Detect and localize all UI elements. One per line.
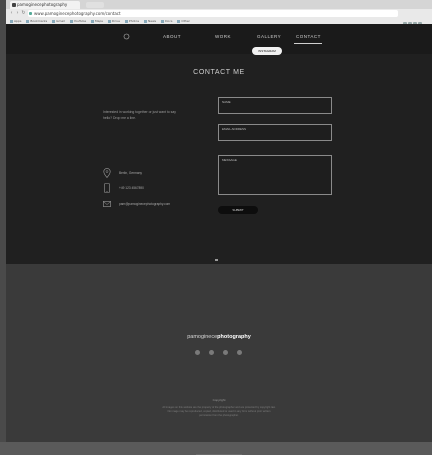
email-link[interactable]: pam@pamoginecephotography.com [119,202,170,206]
contact-intro: Interested in working together or just w… [103,110,176,120]
linkedin-icon[interactable] [223,350,228,355]
reload-icon[interactable]: ↻ [21,11,26,16]
footer-brand[interactable]: pamoginecephotography [6,334,432,340]
message-field[interactable]: MESSAGE [218,155,332,195]
browser-chrome: pamoginecephotography ‹ › ↻ www.pamogine… [6,0,432,26]
address-bar[interactable]: www.pamoginecephotography.com/contact [28,10,398,17]
email-field[interactable]: EMAIL ADDRESS [218,124,332,141]
url-text: www.pamoginecephotography.com/contact [34,11,121,16]
location-text: Berlin, Germany [119,171,143,175]
facebook-icon[interactable] [195,350,200,355]
mail-icon [103,201,111,207]
back-icon[interactable]: ‹ [9,11,14,16]
tab-title: pamoginecephotography [17,2,68,7]
name-field[interactable]: NAME [218,97,332,114]
scroll-down-icon[interactable] [215,259,218,261]
page-title: CONTACT ME [193,69,245,76]
name-placeholder: NAME [222,100,231,104]
message-placeholder: MESSAGE [222,158,237,162]
nav-contact[interactable]: CONTACT [296,34,321,39]
site-navbar: ABOUT WORK GALLERY CONTACT [6,24,432,54]
site-footer: pamoginecephotography Copyright All imag… [6,264,432,455]
address-row: ‹ › ↻ www.pamoginecephotography.com/cont… [6,9,432,26]
lock-icon [29,12,32,15]
web-page: ABOUT WORK GALLERY CONTACT INSTAGRAM CON… [6,24,432,455]
phone-text: +49 123 4567890 [119,186,144,190]
screen: pamoginecephotography ‹ › ↻ www.pamogine… [0,0,432,455]
extension-icons [402,11,428,26]
brand-name: pamoginece [187,334,218,340]
home-icon[interactable] [123,33,130,40]
nav-work[interactable]: WORK [215,34,231,39]
new-tab-button[interactable] [86,2,104,8]
copyright-text: All images on this website are the prope… [162,406,276,417]
social-links [193,350,245,356]
instagram-icon[interactable] [209,350,214,355]
nav-about[interactable]: ABOUT [163,34,181,39]
active-nav-underline [294,43,322,44]
instagram-pill-button[interactable]: INSTAGRAM [252,47,282,55]
brand-suffix: photography [217,334,251,340]
copyright-title: Copyright [212,398,226,402]
phone-icon [104,183,110,193]
nav-gallery[interactable]: GALLERY [257,34,281,39]
forward-icon[interactable]: › [15,11,20,16]
email-placeholder: EMAIL ADDRESS [222,127,247,131]
tab-bar: pamoginecephotography [6,0,432,9]
twitter-icon[interactable] [237,350,242,355]
favicon-icon [12,3,16,7]
location-icon [103,168,111,178]
browser-tab[interactable]: pamoginecephotography [10,1,80,9]
submit-button[interactable]: SUBMIT [218,206,258,214]
